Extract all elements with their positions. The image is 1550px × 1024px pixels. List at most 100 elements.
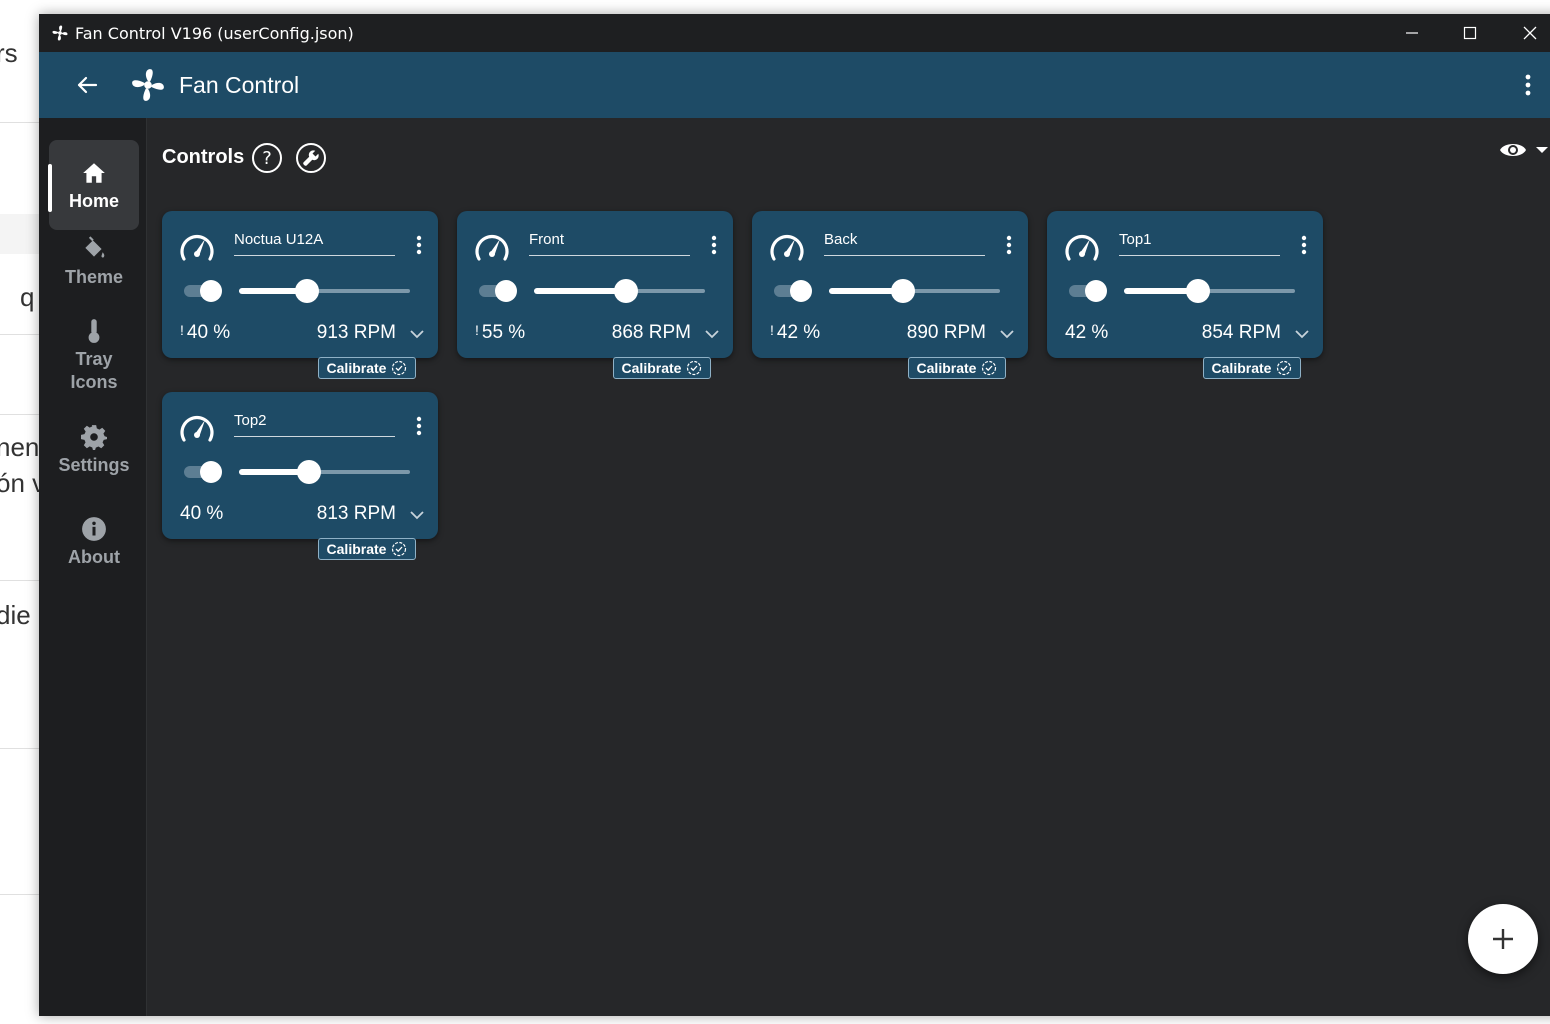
calibrate-button[interactable]: Calibrate [318,357,416,379]
background-text: q [20,282,35,312]
visibility-menu-button[interactable] [1499,140,1549,160]
expand-button[interactable] [1295,326,1309,344]
slider-thumb[interactable] [891,279,915,303]
window-title: Fan Control V196 (userConfig.json) [75,23,354,43]
control-percent: 42 % [1065,322,1108,344]
more-vert-icon [1525,74,1531,96]
control-menu-button[interactable] [711,235,717,260]
maximize-button[interactable] [1441,14,1499,52]
calibrate-check-icon [392,360,407,376]
fan-logo-icon [132,69,164,101]
percent-value: 40 % [186,322,231,343]
speed-slider[interactable] [534,279,705,303]
percent-value: 42 % [776,322,821,343]
gauge-icon [475,234,509,261]
wrench-icon [303,150,319,166]
toggle-knob [1085,280,1107,302]
chevron-down-icon [1000,330,1014,339]
background-text: die [0,600,31,630]
arrow-left-icon [77,76,98,94]
close-button[interactable] [1501,14,1550,52]
toggle-knob [495,280,517,302]
add-control-button[interactable] [1468,904,1538,974]
calibrate-label: Calibrate [326,360,387,376]
chevron-down-icon [705,330,719,339]
control-menu-button[interactable] [1301,235,1307,260]
help-icon: ? [262,147,272,169]
calibrate-check-icon [982,360,997,376]
enable-toggle[interactable] [1069,280,1107,302]
control-menu-button[interactable] [416,235,422,260]
control-card: Top2 40 % 813 RPM [162,392,438,539]
speed-slider[interactable] [1124,279,1295,303]
speed-slider[interactable] [829,279,1000,303]
enable-toggle[interactable] [184,461,222,483]
fan-control-window: Fan Control V196 (userConfig.json) Fan C… [39,14,1550,1016]
page-title: Controls [162,146,245,168]
expand-button[interactable] [410,507,424,525]
control-percent: 40 % [180,503,223,525]
sidebar-item-home[interactable]: Home [49,140,139,230]
warning-mark: ! [180,322,184,338]
calibrate-label: Calibrate [916,360,977,376]
paint-bucket-icon [85,236,105,258]
expand-button[interactable] [410,326,424,344]
minimize-button[interactable] [1383,14,1441,52]
expand-button[interactable] [705,326,719,344]
calibrate-check-icon [687,360,702,376]
sidebar-item-about[interactable]: About [49,516,139,569]
control-rpm: 854 RPM [1201,322,1281,343]
control-menu-button[interactable] [416,416,422,441]
sidebar-item-tray-icons[interactable]: Tray Icons [49,318,139,394]
calibrate-button[interactable]: Calibrate [1203,357,1301,379]
control-name-input[interactable]: Front [529,231,690,256]
more-vert-icon [1301,235,1307,255]
chevron-down-icon [1295,330,1309,339]
calibrate-button[interactable]: Calibrate [318,538,416,560]
sidebar-item-theme[interactable]: Theme [49,236,139,289]
slider-fill [534,288,626,294]
gauge-icon [1065,234,1099,261]
close-icon [1523,26,1537,40]
control-rpm: 813 RPM [316,503,396,524]
slider-thumb[interactable] [614,279,638,303]
chevron-down-icon [410,511,424,520]
toggle-knob [200,280,222,302]
gauge-icon [180,415,214,442]
enable-toggle[interactable] [479,280,517,302]
control-card: Top1 42 % 854 RPM [1047,211,1323,358]
back-button[interactable] [73,71,101,99]
enable-toggle[interactable] [774,280,812,302]
app-menu-button[interactable] [1525,73,1531,102]
speed-slider[interactable] [239,279,410,303]
calibrate-button[interactable]: Calibrate [613,357,711,379]
control-name-input[interactable]: Back [824,231,985,256]
control-name-input[interactable]: Top1 [1119,231,1280,256]
expand-button[interactable] [1000,326,1014,344]
calibrate-button[interactable]: Calibrate [908,357,1006,379]
maximize-icon [1463,26,1477,40]
sidebar-item-settings[interactable]: Settings [49,424,139,477]
sidebar-item-label: Theme [64,267,124,287]
control-menu-button[interactable] [1006,235,1012,260]
speed-slider[interactable] [239,460,410,484]
tools-button[interactable] [296,143,326,173]
home-icon [83,163,105,183]
control-rpm: 890 RPM [906,322,986,343]
control-name-input[interactable]: Top2 [234,412,395,437]
enable-toggle[interactable] [184,280,222,302]
more-vert-icon [711,235,717,255]
active-indicator [48,164,52,212]
help-button[interactable]: ? [252,143,282,173]
warning-mark: ! [770,322,774,338]
slider-thumb[interactable] [297,460,321,484]
control-rpm: 913 RPM [316,322,396,343]
eye-icon [1500,144,1526,156]
slider-thumb[interactable] [295,279,319,303]
control-name-input[interactable]: Noctua U12A [234,231,395,256]
sidebar-item-label: Tray [75,349,113,369]
calibrate-label: Calibrate [326,541,387,557]
slider-thumb[interactable] [1186,279,1210,303]
caret-down-icon [1536,147,1548,153]
title-bar[interactable]: Fan Control V196 (userConfig.json) [39,14,1550,52]
